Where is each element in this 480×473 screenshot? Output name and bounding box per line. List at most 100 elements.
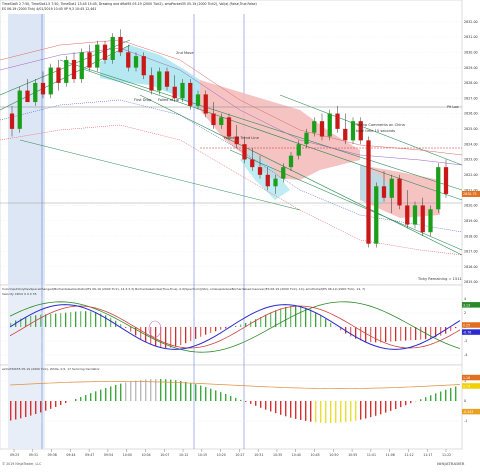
trix-pane[interactable] <box>0 365 462 449</box>
osc-histogram-bar <box>30 316 31 327</box>
osc-histogram-bar <box>375 327 376 342</box>
trix-bar <box>145 379 146 401</box>
trix-bar <box>110 386 111 401</box>
candle-body <box>80 52 84 79</box>
candle-body <box>351 121 355 140</box>
candle-body <box>320 121 324 136</box>
trix-bar <box>445 390 446 401</box>
osc-histogram-bar <box>290 306 291 327</box>
trix-bar <box>385 401 386 413</box>
osc-histogram-bar <box>175 327 176 347</box>
annotation-second-move: 2nd Move <box>176 51 194 55</box>
candle-body <box>250 159 254 167</box>
osc-histogram-bar <box>135 327 136 335</box>
trix-bar <box>390 401 391 411</box>
brand-logo: NINJATRADER <box>437 462 465 466</box>
candle-body <box>281 167 285 178</box>
candle-body <box>335 114 339 129</box>
trix-bar <box>200 386 201 401</box>
candle-body <box>397 179 401 206</box>
trix-bar <box>65 401 66 403</box>
osc-histogram-bar <box>370 327 371 342</box>
osc-histogram-bar <box>300 306 301 327</box>
trix-bar <box>175 380 176 401</box>
trix-bar <box>280 401 281 415</box>
osc-histogram-bar <box>350 327 351 336</box>
osc-histogram-bar <box>225 327 226 328</box>
candle-body <box>421 205 425 232</box>
osc-histogram-bar <box>70 312 71 327</box>
trix-bar <box>90 393 91 401</box>
osc-tick-label: 4 <box>464 297 466 301</box>
annotation-failed-up: Failed at up <box>158 98 180 102</box>
osc-histogram-bar <box>220 327 221 330</box>
candle-body <box>25 91 29 102</box>
trix-value-text: 1.16 <box>463 376 470 380</box>
osc-histogram-bar <box>395 327 396 341</box>
trix-bar <box>95 391 96 401</box>
osc-histogram-bar <box>200 327 201 337</box>
candle-body <box>242 144 246 159</box>
price-tick-label: 2820.00 <box>464 204 478 208</box>
trading-chart[interactable]: 2832.002831.002830.002829.002828.002827.… <box>0 0 480 469</box>
current-price-value: 2820.75 <box>463 192 477 196</box>
annotation-first-drop: First Drop <box>134 98 152 102</box>
trix-bar <box>400 401 401 407</box>
oscillator-pane[interactable] <box>0 285 462 365</box>
osc-histogram-bar <box>130 327 131 332</box>
trix-value-text: 0.74 <box>463 385 470 389</box>
price-tick-label: 2829.00 <box>464 66 478 70</box>
trix-bar <box>410 401 411 403</box>
osc-histogram-bar <box>280 308 281 327</box>
annotation-trump: Trump Comments on China <box>355 123 405 127</box>
trix-bar <box>35 401 36 414</box>
trix-bar <box>245 401 246 402</box>
osc-histogram-bar <box>295 306 296 327</box>
osc-histogram-bar <box>240 325 241 327</box>
candle-body <box>41 83 45 94</box>
trix-bar <box>395 401 396 409</box>
osc-histogram-bar <box>405 327 406 340</box>
osc-histogram-bar <box>105 315 106 327</box>
price-tick-label: 2827.00 <box>464 96 478 100</box>
candle-body <box>343 129 347 140</box>
time-tick-label: 10:50 <box>329 453 338 457</box>
osc-histogram-bar <box>50 314 51 327</box>
osc-histogram-bar <box>90 311 91 327</box>
chart-header-line1: TimeSlot5 2 7:50, TimeSlot1-5 7:50, Time… <box>1 2 257 6</box>
trix-bar <box>210 389 211 401</box>
trix-bar <box>10 401 11 421</box>
candle-body <box>436 167 440 209</box>
trix-tick-label: -1 <box>464 419 467 423</box>
osc-histogram-bar <box>320 316 321 327</box>
osc-histogram-bar <box>390 327 391 342</box>
osc-histogram-bar <box>40 315 41 327</box>
trix-bar <box>165 379 166 401</box>
trix-bar <box>50 401 51 409</box>
osc-histogram-bar <box>455 327 456 328</box>
osc-histogram-bar <box>25 317 26 327</box>
time-tick-label: 10:15 <box>198 453 207 457</box>
price-tick-label: 2823.00 <box>464 158 478 162</box>
osc-histogram-bar <box>80 311 81 327</box>
trix-bar <box>205 387 206 401</box>
trix-bar <box>420 399 421 401</box>
osc-histogram-bar <box>310 310 311 327</box>
trix-bar <box>345 401 346 422</box>
trix-bar <box>325 401 326 423</box>
osc-histogram-bar <box>270 312 271 327</box>
candle-body <box>289 156 293 167</box>
trix-bar <box>190 383 191 401</box>
trix-bar <box>105 388 106 401</box>
time-tick-label: 11:22 <box>442 453 451 457</box>
time-tick-label: 09:23 <box>10 453 19 457</box>
time-tick-label: 10:27 <box>235 453 244 457</box>
osc-value-text: -0.76 <box>463 331 471 335</box>
trix-title: extraTRIX35 05-19 (2000 Tick), White, 0.… <box>2 367 100 371</box>
candle-body <box>188 83 192 106</box>
osc-tick-label: 2 <box>464 311 466 315</box>
osc-histogram-bar <box>315 312 316 327</box>
time-tick-label: 09:54 <box>104 453 113 457</box>
osc-histogram-bar <box>95 312 96 327</box>
trix-tick-label: 0 <box>464 399 466 403</box>
